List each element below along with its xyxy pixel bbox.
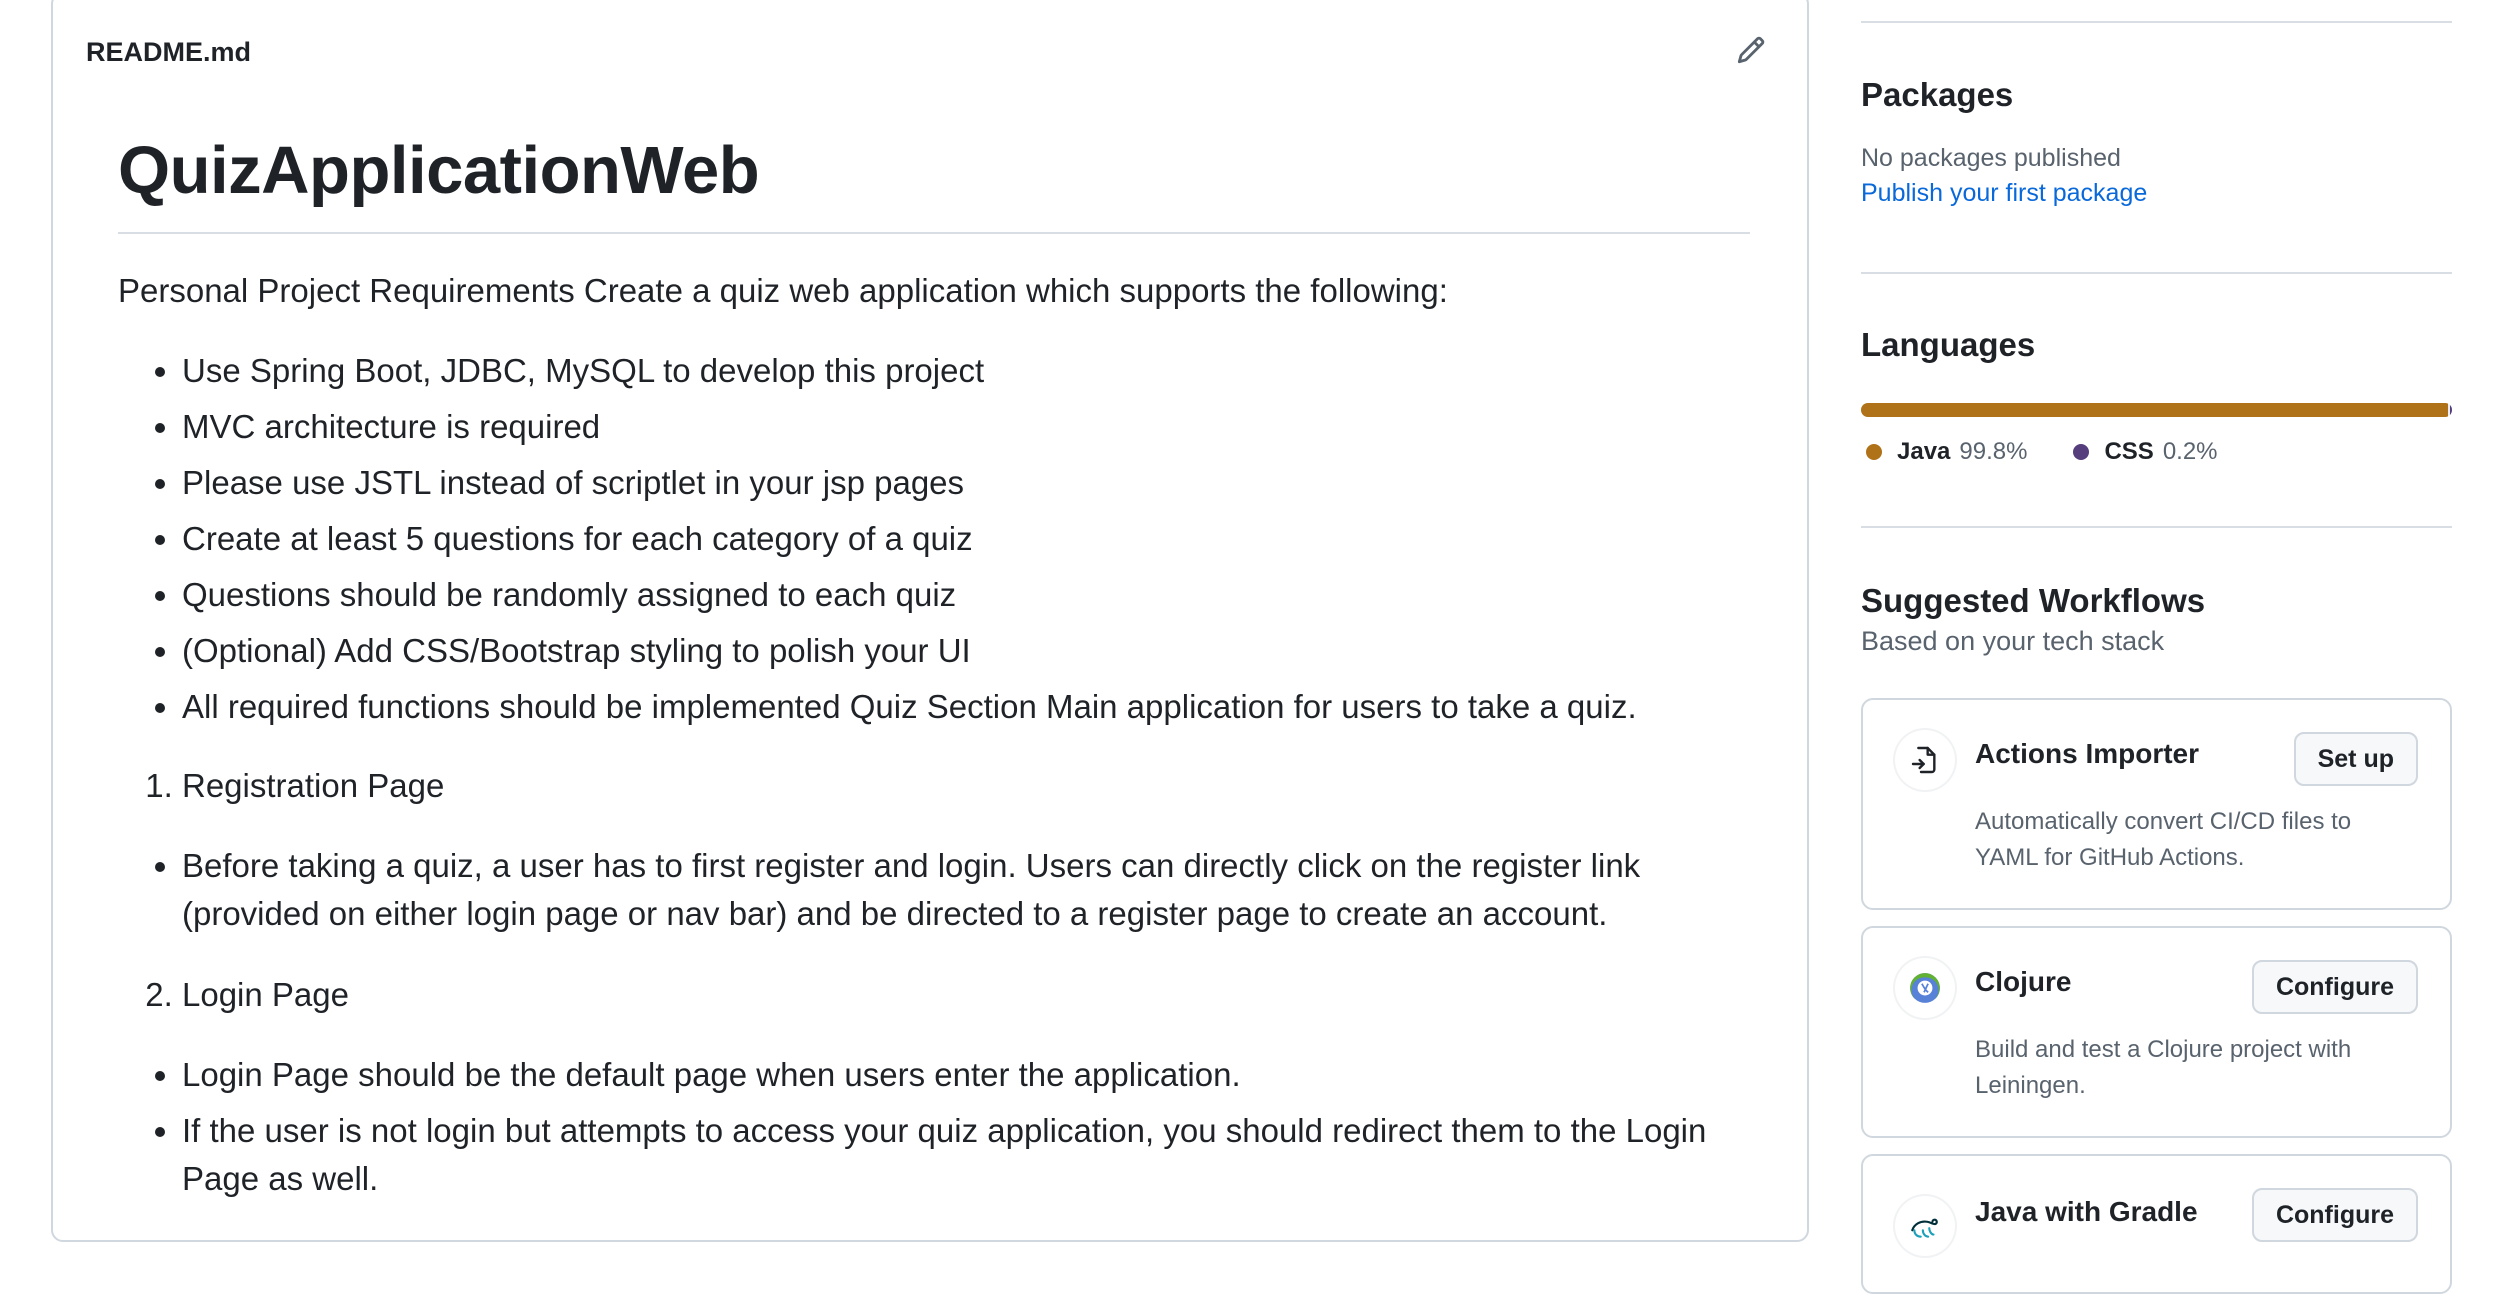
languages-heading: Languages [1861,326,2036,363]
language-java[interactable]: Java 99.8% [1866,438,2027,466]
readme-filename: README.md [86,37,252,67]
gradle-icon [1895,1196,1955,1256]
list-item: Please use JSTL instead of scriptlet in … [182,459,1758,507]
list-item: Create at least 5 questions for each cat… [182,515,1758,563]
sidebar-divider [1861,526,2452,528]
list-item: Questions should be randomly assigned to… [182,571,1758,619]
java-color-dot [1866,444,1882,460]
packages-empty-text: No packages published [1861,144,2121,172]
workflow-name: Actions Importer [1975,738,2200,769]
clojure-icon [1895,958,1955,1018]
readme-title: QuizApplicationWeb [118,133,760,208]
workflow-name: Java with Gradle [1975,1196,2198,1227]
requirements-list: Use Spring Boot, JDBC, MySQL to develop … [118,347,1758,731]
language-legend: Java 99.8% CSS 0.2% [1866,438,2218,466]
list-item: Login Page should be the default page wh… [182,1051,1758,1099]
configure-button[interactable]: Configure [2251,960,2418,1014]
workflow-description: Build and test a Clojure project with Le… [1975,1036,2352,1099]
section-heading-login: Login Page [182,971,1758,1019]
title-divider [118,232,1750,234]
language-css[interactable]: CSS 0.2% [2073,438,2218,466]
list-item: Use Spring Boot, JDBC, MySQL to develop … [182,347,1758,395]
publish-package-link[interactable]: Publish your first package [1861,179,2452,208]
requirements-list-container: Use Spring Boot, JDBC, MySQL to develop … [118,347,1758,739]
sidebar-divider [1861,272,2452,274]
list-item: If the user is not login but attempts to… [182,1107,1758,1203]
workflow-name: Clojure [1975,966,2072,997]
configure-button[interactable]: Configure [2251,1188,2418,1242]
packages-heading: Packages [1861,76,2014,113]
languages-section: Languages [1861,326,2452,364]
workflow-card-actions-importer: Actions Importer Set up Automatically co… [1861,698,2452,910]
workflow-description: Automatically convert CI/CD files to YAM… [1975,808,2352,871]
language-bar [1861,403,2452,417]
workflows-section: Suggested Workflows Based on your tech s… [1861,582,2452,657]
language-bar-segment-java [1861,403,2449,417]
css-color-dot [2073,444,2090,460]
actions-importer-icon [1895,730,1955,790]
packages-section: Packages No packages published Publish y… [1861,76,2452,208]
workflows-heading: Suggested Workflows [1861,582,2206,619]
workflow-card-java-gradle: Java with Gradle Configure [1861,1154,2452,1294]
login-list-container: Login Page should be the default page wh… [118,1051,1758,1211]
workflow-card-clojure: Clojure Configure Build and test a Cloju… [1861,926,2452,1138]
list-item: (Optional) Add CSS/Bootstrap styling to … [182,627,1758,675]
setup-button[interactable]: Set up [2293,732,2418,786]
readme-container: README.md QuizApplicationWeb Personal Pr… [51,0,1809,1242]
workflows-subheading: Based on your tech stack [1861,626,2165,656]
list-item: MVC architecture is required [182,403,1758,451]
registration-list-container: Before taking a quiz, a user has to firs… [118,842,1738,946]
section-heading-registration: Registration Page [182,762,1758,810]
edit-readme-button[interactable] [1731,30,1771,70]
pencil-icon [1737,36,1765,64]
section-login: Login Page [118,971,1758,1027]
list-item: All required functions should be impleme… [182,683,1758,731]
language-bar-segment-css [2450,403,2452,417]
section-registration: Registration Page [118,762,1758,818]
list-item: Before taking a quiz, a user has to firs… [182,842,1738,938]
sidebar-divider [1861,21,2452,23]
readme-intro: Personal Project Requirements Create a q… [118,272,1448,309]
